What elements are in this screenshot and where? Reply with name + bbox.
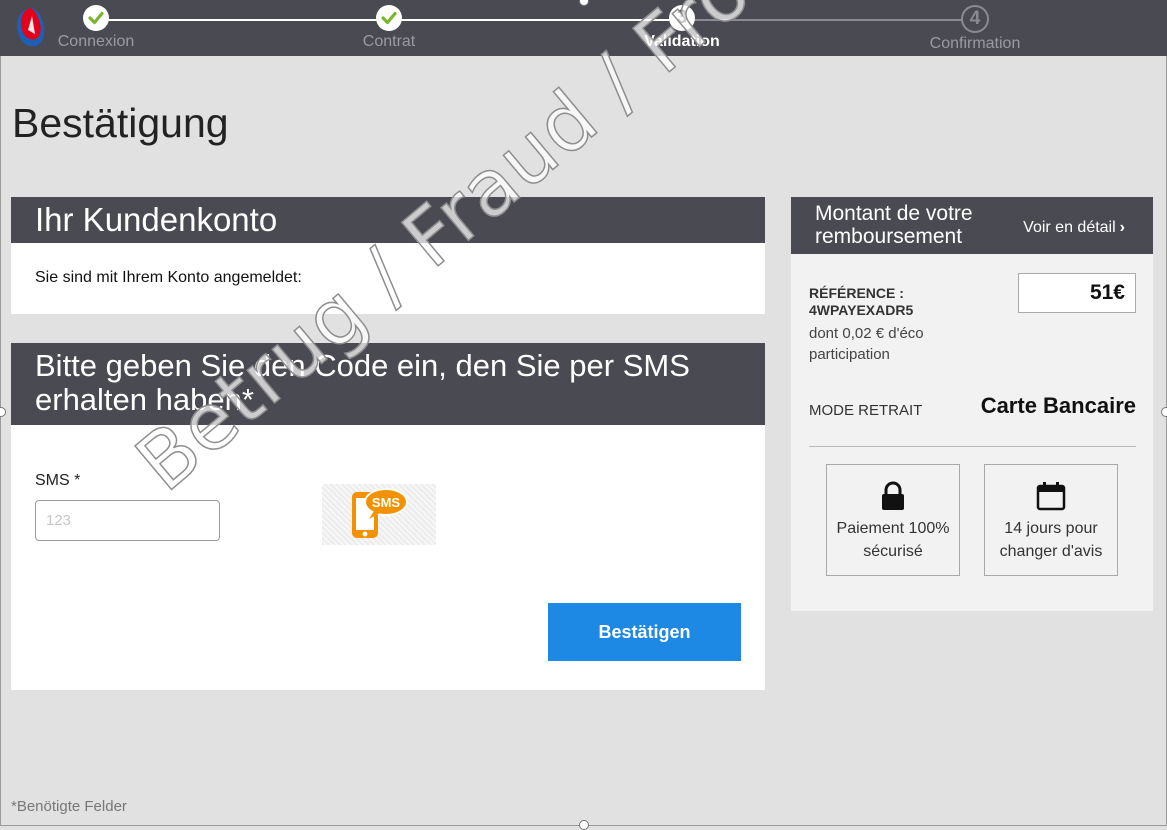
account-card: Ihr Kundenkonto Sie sind mit Ihrem Konto… [11,197,765,314]
check-icon [376,5,402,31]
sms-card-title: Bitte geben Sie den Code ein, den Sie pe… [11,343,765,425]
svg-text:SMS: SMS [372,495,401,510]
step-validation: 3 Validation [622,5,742,51]
refund-summary-panel: Montant de votre remboursement Voir en d… [791,197,1153,611]
withdrawal-mode-label: MODE RETRAIT [809,402,923,419]
calendar-icon [1036,482,1066,511]
step-number: 4 [961,5,989,33]
return-policy-text: 14 jours pour changer d'avis [999,520,1103,560]
secure-payment-text: Paiement 100% sécurisé [836,520,950,560]
lock-icon [882,481,904,510]
step-number: 3 [669,5,695,31]
resize-handle-right[interactable] [1161,407,1167,417]
view-details-link[interactable]: Voir en détail › [1023,219,1125,237]
account-status-text: Sie sind mit Ihrem Konto angemeldet: [35,269,302,286]
page-title: Bestätigung [12,100,229,146]
step-contrat: Contrat [329,5,449,51]
check-icon [83,5,109,31]
return-policy-badge: 14 jours pour changer d'avis [984,464,1118,576]
view-details-label: Voir en détail [1023,219,1116,236]
resize-handle-bottom[interactable] [579,820,589,830]
step-label: Confirmation [929,35,1021,52]
sms-field-label: SMS * [35,472,81,489]
sms-code-input[interactable] [35,500,220,541]
sms-phone-icon: SMS [322,484,436,545]
step-label: Validation [644,33,720,50]
account-card-title: Ihr Kundenkonto [11,197,765,243]
divider [809,446,1136,447]
step-label: Connexion [57,33,135,50]
chevron-right-icon: › [1119,219,1125,236]
required-fields-note: *Benötigte Felder [11,798,127,815]
progress-bar: Connexion Contrat 3 Validation 4 Confirm… [0,0,1167,56]
refund-summary-header: Montant de votre remboursement Voir en d… [791,197,1153,254]
step-connexion: Connexion [36,5,156,51]
secure-payment-badge: Paiement 100% sécurisé [826,464,960,576]
confirm-button[interactable]: Bestätigen [548,603,741,661]
refund-summary-title: Montant de votre remboursement [815,202,973,248]
sms-card: Bitte geben Sie den Code ein, den Sie pe… [11,343,765,690]
reference-label: RÉFÉRENCE : 4WPAYEXADR5 [809,285,914,318]
refund-amount: 51€ [1018,273,1136,313]
step-confirmation: 4 Confirmation [915,5,1035,53]
step-label: Contrat [362,33,416,50]
withdrawal-mode-value: Carte Bancaire [980,393,1136,418]
eco-participation-note: dont 0,02 € d'éco participation [809,325,924,363]
